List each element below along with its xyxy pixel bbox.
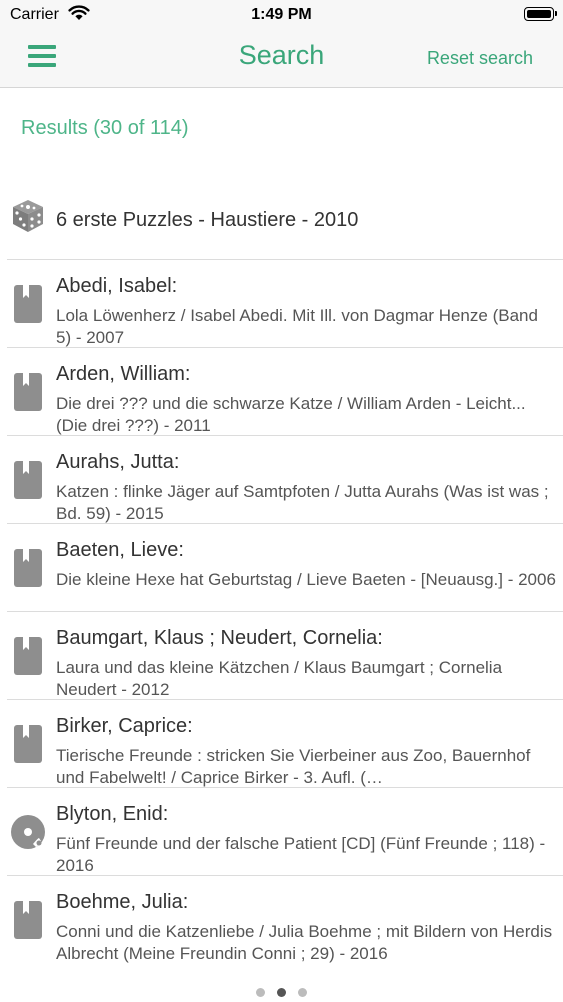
list-item[interactable]: 6 erste Puzzles - Haustiere - 2010 xyxy=(7,180,563,260)
list-item[interactable]: Blyton, Enid: Fünf Freunde und der falsc… xyxy=(7,788,563,876)
results-list: 6 erste Puzzles - Haustiere - 2010 Abedi… xyxy=(7,180,563,964)
item-title: 6 erste Puzzles - Haustiere - 2010 xyxy=(56,209,359,231)
list-item[interactable]: Birker, Caprice: Tierische Freunde : str… xyxy=(7,700,563,788)
list-item[interactable]: Arden, William: Die drei ??? und die sch… xyxy=(7,348,563,436)
item-author: Arden, William: xyxy=(56,363,191,385)
page-dot-active[interactable] xyxy=(277,988,286,997)
item-author: Abedi, Isabel: xyxy=(56,275,178,297)
nav-bar: Search Reset search xyxy=(0,30,563,88)
item-author: Aurahs, Jutta: xyxy=(56,451,180,473)
battery-icon xyxy=(524,7,557,21)
item-author: Birker, Caprice: xyxy=(56,715,193,737)
book-icon xyxy=(14,461,42,499)
item-author: Baeten, Lieve: xyxy=(56,539,184,561)
book-icon xyxy=(14,285,42,323)
page-indicator[interactable] xyxy=(0,984,563,1002)
book-icon xyxy=(14,637,42,675)
item-details: Katzen : flinke Jäger auf Samtpfoten / J… xyxy=(56,482,549,523)
list-item[interactable]: Baumgart, Klaus ; Neudert, Cornelia: Lau… xyxy=(7,612,563,700)
item-author: Blyton, Enid: xyxy=(56,803,169,825)
list-item[interactable]: Abedi, Isabel: Lola Löwenherz / Isabel A… xyxy=(7,260,563,348)
page-dot[interactable] xyxy=(298,988,307,997)
menu-icon[interactable] xyxy=(28,45,56,67)
book-icon xyxy=(14,725,42,763)
item-author: Baumgart, Klaus ; Neudert, Cornelia: xyxy=(56,627,383,649)
page-dot[interactable] xyxy=(256,988,265,997)
status-time: 1:49 PM xyxy=(251,6,312,23)
item-author: Boehme, Julia: xyxy=(56,891,189,913)
reset-search-button[interactable]: Reset search xyxy=(427,48,533,69)
book-icon xyxy=(14,373,42,411)
cd-icon xyxy=(11,815,45,849)
item-details: Tierische Freunde : stricken Sie Vierbei… xyxy=(56,746,531,787)
list-item[interactable]: Aurahs, Jutta: Katzen : flinke Jäger auf… xyxy=(7,436,563,524)
item-details: Die kleine Hexe hat Geburtstag / Lieve B… xyxy=(56,570,556,589)
results-count: Results (30 of 114) xyxy=(21,117,189,139)
item-details: Fünf Freunde und der falsche Patient [CD… xyxy=(56,834,546,875)
item-details: Laura und das kleine Kätzchen / Klaus Ba… xyxy=(56,658,503,699)
list-item[interactable]: Boehme, Julia: Conni und die Katzenliebe… xyxy=(7,876,563,964)
book-icon xyxy=(14,901,42,939)
item-details: Die drei ??? und die schwarze Katze / Wi… xyxy=(56,394,526,435)
dice-icon xyxy=(13,200,43,232)
item-details: Lola Löwenherz / Isabel Abedi. Mit Ill. … xyxy=(56,306,538,347)
item-details: Conni und die Katzenliebe / Julia Boehme… xyxy=(56,922,553,963)
status-bar: Carrier 1:49 PM xyxy=(0,0,563,30)
book-icon xyxy=(14,549,42,587)
list-item[interactable]: Baeten, Lieve: Die kleine Hexe hat Gebur… xyxy=(7,524,563,612)
